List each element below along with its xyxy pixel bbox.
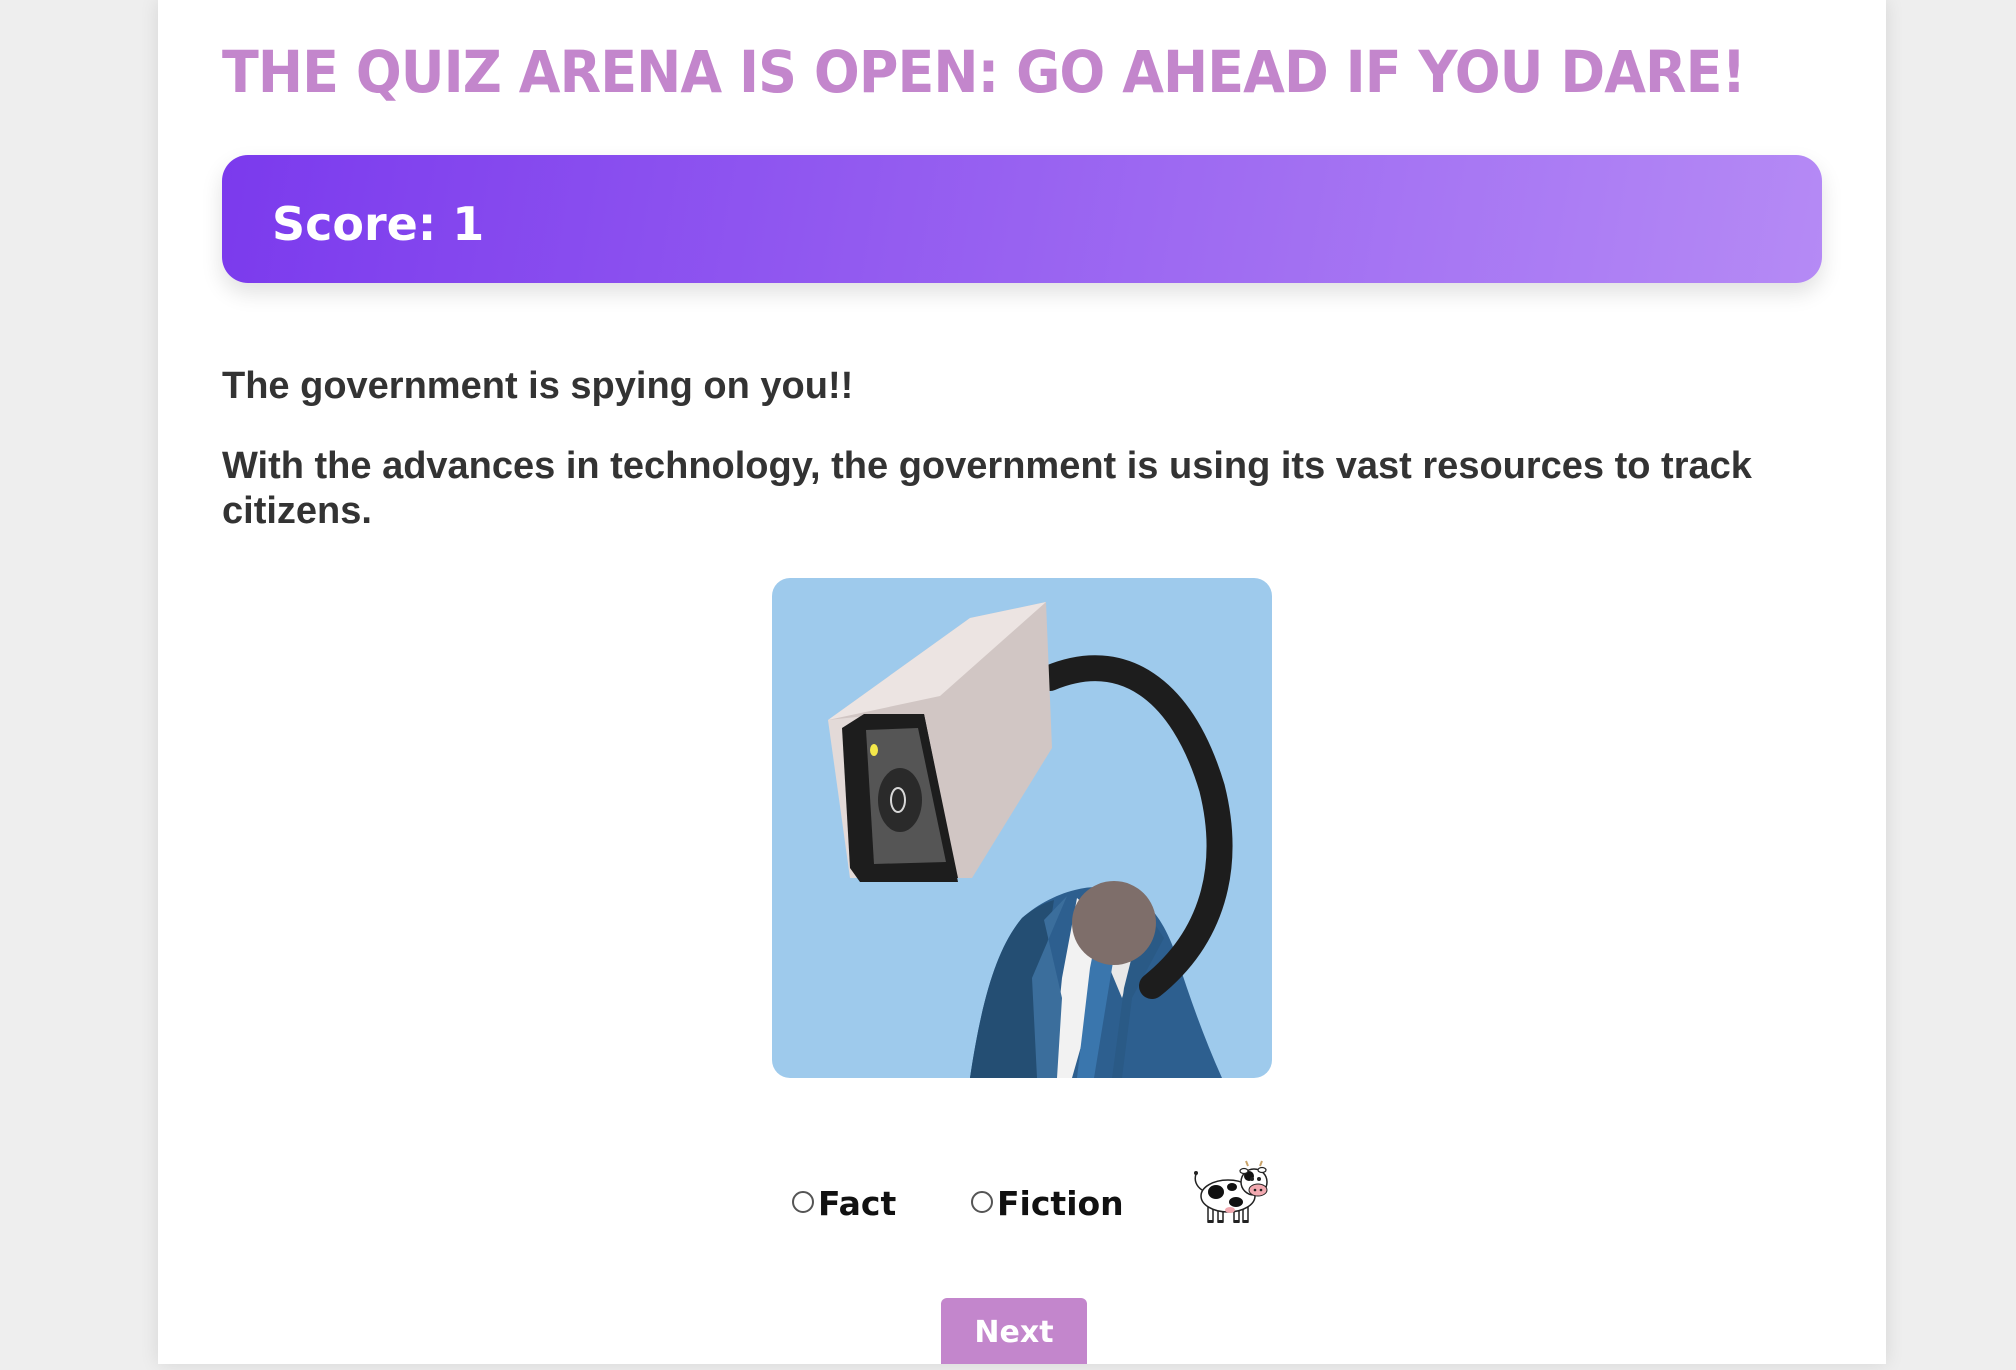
answer-label-fiction: Fiction: [997, 1184, 1124, 1223]
answer-option-fact[interactable]: Fact: [792, 1184, 896, 1223]
score-label: Score: 1: [272, 197, 485, 251]
answer-options: Fact Fiction: [158, 1160, 1886, 1230]
fact-radio[interactable]: [792, 1190, 814, 1213]
answer-option-fiction[interactable]: Fiction: [971, 1184, 1124, 1223]
question-body: With the advances in technology, the gov…: [222, 445, 1752, 532]
surveillance-camera-illustration: [772, 578, 1272, 1078]
cow-icon: [1192, 1160, 1272, 1230]
page-title: The Quiz Arena is open: Go ahead if you …: [222, 38, 1746, 106]
next-button[interactable]: Next: [941, 1298, 1087, 1364]
surveillance-camera-icon: [772, 578, 1272, 1078]
fiction-radio[interactable]: [971, 1190, 993, 1213]
answer-label-fact: Fact: [818, 1184, 897, 1223]
question-headline: The government is spying on you!!: [222, 365, 854, 407]
quiz-page: The Quiz Arena is open: Go ahead if you …: [158, 0, 1886, 1364]
score-banner: Score: 1: [222, 155, 1822, 283]
